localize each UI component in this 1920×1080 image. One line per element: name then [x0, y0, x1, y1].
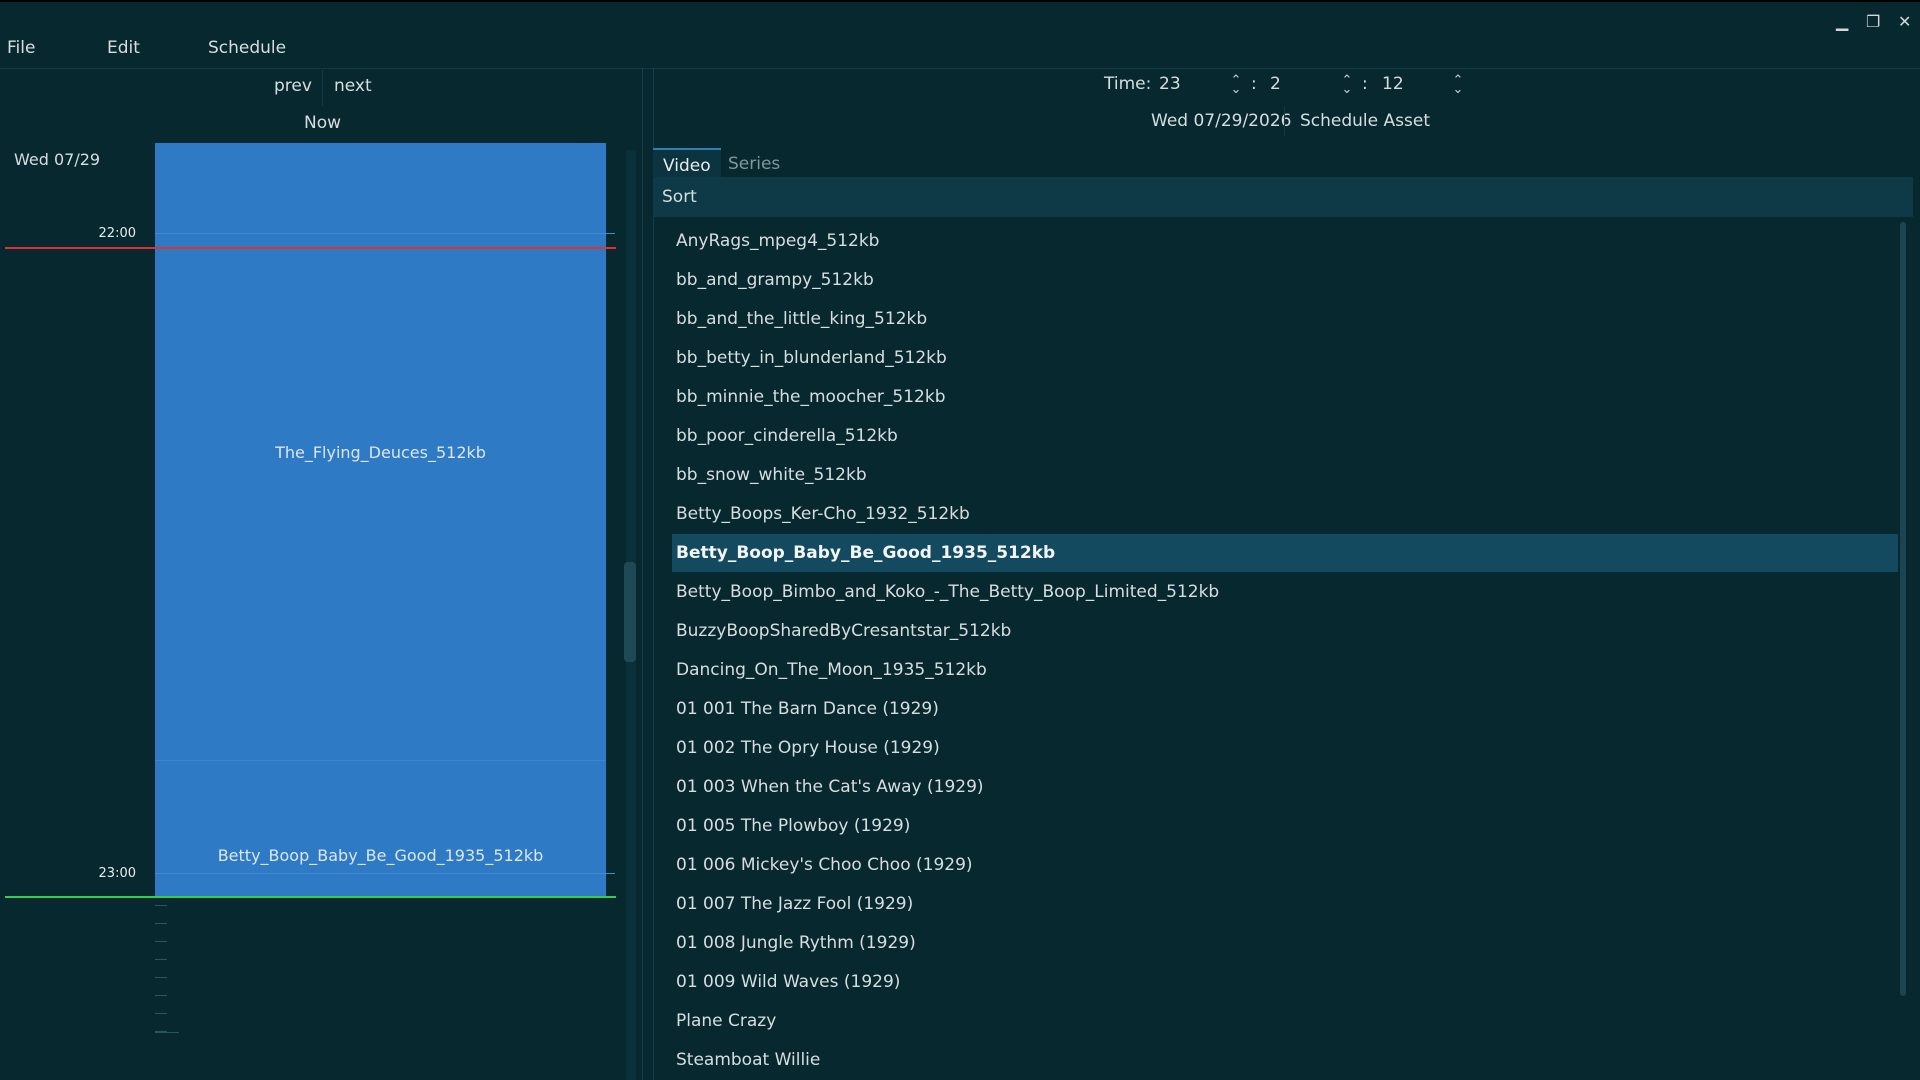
asset-list-item[interactable]: bb_snow_white_512kb — [672, 456, 1898, 494]
hour-label: 23:00 — [98, 866, 136, 881]
minute-spinbox[interactable]: 2 — [1270, 74, 1281, 94]
date-divider — [1284, 106, 1285, 136]
sort-header[interactable]: Sort — [653, 177, 1913, 217]
menu-schedule[interactable]: Schedule — [208, 38, 286, 58]
menu-file[interactable]: File — [7, 38, 35, 58]
asset-list-item[interactable]: 01 006 Mickey's Choo Choo (1929) — [672, 846, 1898, 884]
calendar-event[interactable] — [155, 761, 606, 897]
schedule-asset-button[interactable]: Schedule Asset — [1300, 111, 1430, 131]
now-button[interactable]: Now — [304, 113, 341, 133]
current-time-line — [5, 247, 616, 249]
hour-gridline — [155, 873, 615, 874]
asset-list-item[interactable]: bb_betty_in_blunderland_512kb — [672, 339, 1898, 377]
second-spin-arrows-icon[interactable]: ⌃ ⌄ — [1451, 74, 1465, 96]
hour-label: 22:00 — [98, 226, 136, 241]
date-display: Wed 07/29/2026 — [1151, 111, 1292, 131]
minute-ticks — [155, 905, 167, 1045]
asset-list-item[interactable]: 01 002 The Opry House (1929) — [672, 729, 1898, 767]
time-separator: : — [1251, 74, 1257, 94]
end-time-line — [5, 896, 616, 898]
event-label: The_Flying_Deuces_512kb — [275, 443, 486, 462]
next-button[interactable]: next — [334, 76, 372, 96]
time-label: Time: — [1104, 74, 1152, 94]
calendar-day-label: Wed 07/29 — [14, 150, 101, 169]
menu-edit[interactable]: Edit — [107, 38, 140, 58]
sort-label: Sort — [662, 187, 697, 207]
asset-list-item[interactable]: Betty_Boops_Ker-Cho_1932_512kb — [672, 495, 1898, 533]
prev-button[interactable]: prev — [274, 76, 312, 96]
pane-divider[interactable] — [642, 68, 643, 1080]
second-spinbox[interactable]: 12 — [1382, 74, 1404, 94]
hour-gridline — [155, 233, 615, 234]
event-separator — [155, 760, 606, 761]
asset-list-item[interactable]: 01 007 The Jazz Fool (1929) — [672, 885, 1898, 923]
asset-list-item[interactable]: 01 001 The Barn Dance (1929) — [672, 690, 1898, 728]
asset-list-item[interactable]: bb_and_grampy_512kb — [672, 261, 1898, 299]
asset-list-item[interactable]: Steamboat Willie — [672, 1041, 1898, 1079]
asset-list-item[interactable]: bb_poor_cinderella_512kb — [672, 417, 1898, 455]
asset-list-item[interactable]: Betty_Boop_Baby_Be_Good_1935_512kb — [672, 534, 1898, 572]
asset-list-item[interactable]: AnyRags_mpeg4_512kb — [672, 222, 1898, 260]
tab-series[interactable]: Series — [718, 148, 790, 180]
window-top-border — [0, 0, 1920, 2]
event-label: Betty_Boop_Baby_Be_Good_1935_512kb — [217, 846, 544, 865]
asset-list-item[interactable]: bb_minnie_the_moocher_512kb — [672, 378, 1898, 416]
asset-list: AnyRags_mpeg4_512kb bb_and_grampy_512kb bb… — [660, 220, 1900, 1080]
asset-list-item[interactable]: 01 003 When the Cat's Away (1929) — [672, 768, 1898, 806]
half-hour-tick — [155, 1032, 179, 1033]
pane-divider-edge — [653, 68, 654, 1080]
asset-list-item[interactable]: 01 009 Wild Waves (1929) — [672, 963, 1898, 1001]
menu-bar: File Edit Schedule — [0, 28, 1920, 69]
nav-divider — [322, 70, 323, 106]
asset-list-item[interactable]: Betty_Boop_Bimbo_and_Koko_-_The_Betty_Bo… — [672, 573, 1898, 611]
time-separator: : — [1362, 74, 1368, 94]
asset-list-scrollbar[interactable] — [1900, 222, 1906, 996]
asset-list-item[interactable]: Plane Crazy — [672, 1002, 1898, 1040]
asset-list-item[interactable]: 01 008 Jungle Rythm (1929) — [672, 924, 1898, 962]
hour-spinbox[interactable]: 23 — [1159, 74, 1181, 94]
asset-list-item[interactable]: 01 005 The Plowboy (1929) — [672, 807, 1898, 845]
hour-spin-arrows-icon[interactable]: ⌃ ⌄ — [1229, 74, 1243, 96]
minute-spin-arrows-icon[interactable]: ⌃ ⌄ — [1340, 74, 1354, 96]
calendar-scrollbar-thumb[interactable] — [624, 562, 636, 662]
asset-list-item[interactable]: bb_and_the_little_king_512kb — [672, 300, 1898, 338]
asset-list-item[interactable]: Dancing_On_The_Moon_1935_512kb — [672, 651, 1898, 689]
asset-list-item[interactable]: BuzzyBoopSharedByCresantstar_512kb — [672, 612, 1898, 650]
